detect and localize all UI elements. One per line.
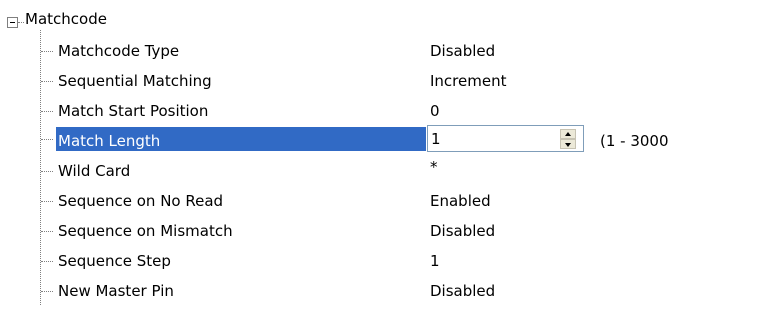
- property-row-matchcode-type[interactable]: Matchcode Type Disabled: [0, 37, 769, 67]
- tree-connector: [41, 81, 53, 82]
- property-row-new-master-pin[interactable]: New Master Pin Disabled: [0, 277, 769, 307]
- tree-connector: [41, 139, 53, 140]
- property-label[interactable]: Matchcode Type: [58, 41, 179, 61]
- property-label[interactable]: Match Length: [58, 131, 160, 151]
- property-tree: Matchcode Matchcode Type Disabled Sequen…: [0, 0, 769, 318]
- tree-connector: [41, 201, 53, 202]
- tree-connector: [41, 291, 53, 292]
- tree-node-matchcode[interactable]: Matchcode: [0, 6, 769, 32]
- property-row-sequence-on-mismatch[interactable]: Sequence on Mismatch Disabled: [0, 217, 769, 247]
- property-row-sequence-step[interactable]: Sequence Step 1: [0, 247, 769, 277]
- range-hint: (1 - 3000: [600, 132, 669, 150]
- tree-connector: [41, 261, 53, 262]
- tree-connector: [41, 171, 53, 172]
- tree-connector: [18, 22, 24, 23]
- tree-node-label[interactable]: Matchcode: [25, 9, 107, 29]
- property-value[interactable]: Disabled: [430, 221, 495, 241]
- property-value[interactable]: *: [430, 157, 438, 177]
- property-value[interactable]: 0: [430, 101, 440, 121]
- tree-connector: [41, 111, 53, 112]
- property-value[interactable]: Enabled: [430, 191, 491, 211]
- tree-connector: [41, 51, 53, 52]
- property-label[interactable]: Sequence on No Read: [58, 191, 223, 211]
- property-value[interactable]: Increment: [430, 71, 506, 91]
- property-label[interactable]: Sequence Step: [58, 251, 171, 271]
- property-label[interactable]: New Master Pin: [58, 281, 174, 301]
- property-label[interactable]: Sequential Matching: [58, 71, 212, 91]
- property-row-wild-card[interactable]: Wild Card *: [0, 157, 769, 187]
- arrow-up-icon[interactable]: [560, 129, 576, 139]
- tree-connector: [41, 231, 53, 232]
- property-value[interactable]: Disabled: [430, 41, 495, 61]
- property-row-match-start-position[interactable]: Match Start Position 0: [0, 97, 769, 127]
- property-label[interactable]: Sequence on Mismatch: [58, 221, 233, 241]
- property-label[interactable]: Match Start Position: [58, 101, 208, 121]
- spin-buttons[interactable]: [560, 129, 576, 149]
- collapse-icon[interactable]: [7, 17, 18, 28]
- property-row-match-length[interactable]: Match Length 1 (1 - 3000: [0, 125, 769, 155]
- property-row-sequence-on-no-read[interactable]: Sequence on No Read Enabled: [0, 187, 769, 217]
- spin-input-value[interactable]: 1: [431, 129, 441, 149]
- property-row-sequential-matching[interactable]: Sequential Matching Increment: [0, 67, 769, 97]
- property-label[interactable]: Wild Card: [58, 161, 130, 181]
- arrow-down-icon[interactable]: [560, 139, 576, 149]
- property-value[interactable]: Disabled: [430, 281, 495, 301]
- property-value[interactable]: 1: [430, 251, 440, 271]
